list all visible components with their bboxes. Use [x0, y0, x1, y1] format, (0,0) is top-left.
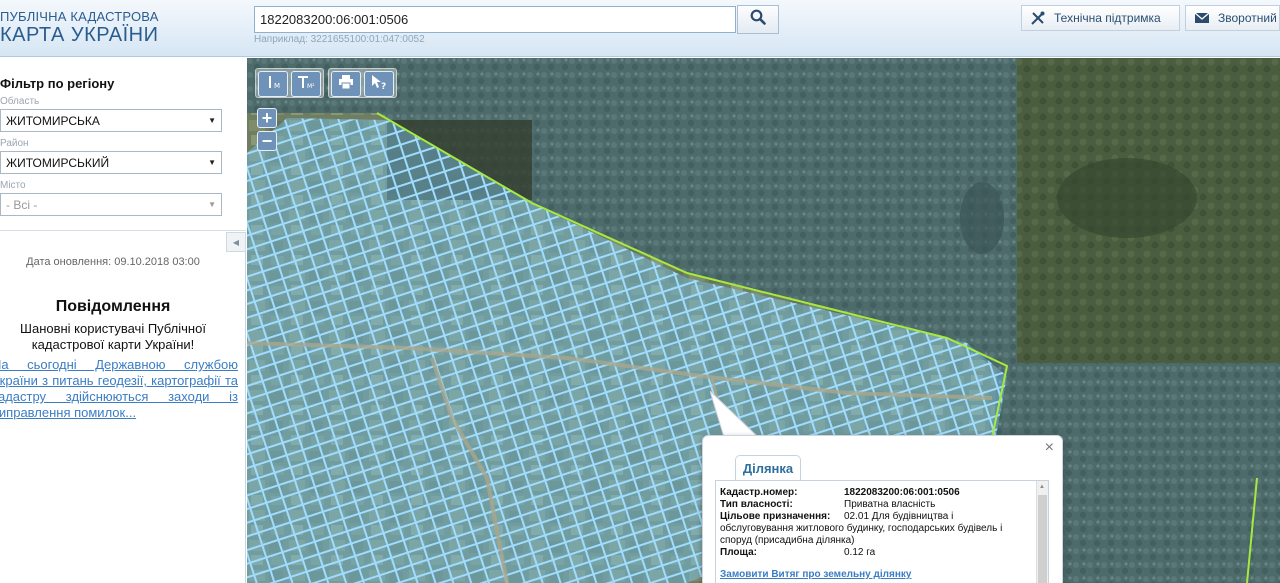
rayon-value: ЖИТОМИРСЬКИЙ [6, 155, 110, 170]
rayon-label: Район [0, 138, 29, 149]
search-hint: Наприклад: 3221655100:01:047:0052 [254, 34, 425, 45]
message-title: Повідомлення [55, 298, 171, 315]
printer-icon [338, 74, 354, 94]
parcel-info-popup: × Ділянка Кадастр.номер: 1822083200:06:0… [702, 435, 1063, 583]
oblast-value: ЖИТОМИРСЬКА [6, 113, 100, 128]
close-icon[interactable]: × [1045, 439, 1054, 457]
row-value: 1822083200:06:001:0506 [844, 487, 960, 498]
row-value: Приватна власність [844, 499, 936, 510]
parcel-row-cadastral: Кадастр.номер: 1822083200:06:001:0506 [720, 487, 960, 498]
collapse-sidebar-button[interactable]: ◀ [226, 232, 246, 252]
feedback-label: Зворотний [1218, 11, 1277, 25]
svg-text:M: M [274, 82, 280, 90]
scrollbar-thumb[interactable] [1038, 495, 1047, 583]
row-value: 02.01 Для будівництва і [844, 511, 954, 522]
misto-value: - Всі - [6, 197, 38, 212]
map-view[interactable]: M M² ? + − × Ділянка Кадастр.номер: 1822… [247, 58, 1280, 583]
row-key: Кадастр.номер: [720, 487, 798, 498]
measure-distance-button[interactable]: M [258, 71, 288, 97]
parcel-details: Кадастр.номер: 1822083200:06:001:0506 Ти… [715, 480, 1049, 583]
filter-title: Фільтр по регіону [0, 76, 115, 91]
message-link[interactable]: На сьогодні Державною службою України з … [0, 357, 238, 421]
identify-button[interactable]: ? [364, 71, 394, 97]
rayon-select[interactable]: ЖИТОМИРСЬКИЙ ▼ [0, 151, 222, 174]
sidebar: Фільтр по регіону Область ЖИТОМИРСЬКА ▼ … [0, 58, 246, 583]
svg-text:M²: M² [307, 83, 315, 90]
message-body: Шановні користувачі Публічної кадастрово… [20, 321, 206, 352]
oblast-select[interactable]: ЖИТОМИРСЬКА ▼ [0, 109, 222, 132]
filter-divider [0, 230, 246, 252]
tab-parcel[interactable]: Ділянка [735, 455, 801, 480]
print-button[interactable] [331, 71, 361, 97]
header: ПУБЛІЧНА КАДАСТРОВА КАРТА УКРАЇНИ Наприк… [0, 0, 1280, 57]
measure-area-button[interactable]: M² [291, 71, 321, 97]
cadastral-search-input[interactable] [254, 6, 736, 33]
oblast-label: Область [0, 96, 40, 107]
support-button[interactable]: Технічна підтримка [1021, 5, 1180, 31]
action-toolbar: ? [328, 68, 397, 98]
ruler-icon: M [264, 74, 282, 95]
feedback-button[interactable]: Зворотний [1185, 5, 1280, 31]
area-ruler-icon: M² [296, 74, 316, 95]
dropdown-arrow-icon: ▼ [208, 158, 216, 167]
envelope-icon [1194, 12, 1210, 24]
zoom-out-button[interactable]: − [257, 131, 277, 151]
parcel-row-area: Площа: 0.12 га [720, 547, 875, 558]
parcel-row-purpose-cont2: споруд (присадибна ділянка) [720, 535, 855, 546]
logo-title-top[interactable]: ПУБЛІЧНА КАДАСТРОВА [0, 9, 159, 24]
parcel-row-purpose: Цільове призначення: 02.01 Для будівницт… [720, 511, 953, 522]
update-date: Дата оновлення: 09.10.2018 03:00 [26, 256, 200, 268]
scroll-up-icon[interactable]: ▲ [1039, 484, 1045, 490]
row-key: Площа: [720, 547, 757, 558]
tools-icon [1030, 10, 1046, 26]
parcel-row-purpose-cont: обслуговування житлового будинку, господ… [720, 523, 1003, 534]
search-button[interactable] [737, 5, 779, 34]
parcel-row-ownership: Тип власності: Приватна власність [720, 499, 935, 510]
svg-text:?: ? [381, 82, 386, 90]
row-key: Тип власності: [720, 499, 793, 510]
zoom-in-button[interactable]: + [257, 108, 277, 128]
order-extract-link[interactable]: Замовити Витяг про земельну ділянку [720, 569, 911, 580]
chevron-left-icon: ◀ [232, 237, 240, 247]
cursor-question-icon: ? [370, 74, 388, 95]
row-value: 0.12 га [844, 547, 876, 558]
misto-select[interactable]: - Всі - ▼ [0, 193, 222, 216]
dropdown-arrow-icon: ▼ [208, 200, 216, 209]
support-label: Технічна підтримка [1054, 11, 1161, 25]
region-filter-panel: Фільтр по регіону Область ЖИТОМИРСЬКА ▼ … [0, 58, 246, 252]
popup-pointer [710, 391, 759, 437]
logo-title-bottom[interactable]: КАРТА УКРАЇНИ [0, 24, 158, 47]
dropdown-arrow-icon: ▼ [208, 116, 216, 125]
misto-label: Місто [0, 180, 26, 191]
measure-toolbar: M M² [255, 68, 324, 98]
popup-scrollbar[interactable]: ▲ [1036, 481, 1048, 583]
search-icon [750, 9, 766, 30]
row-key: Цільове призначення: [720, 511, 831, 522]
